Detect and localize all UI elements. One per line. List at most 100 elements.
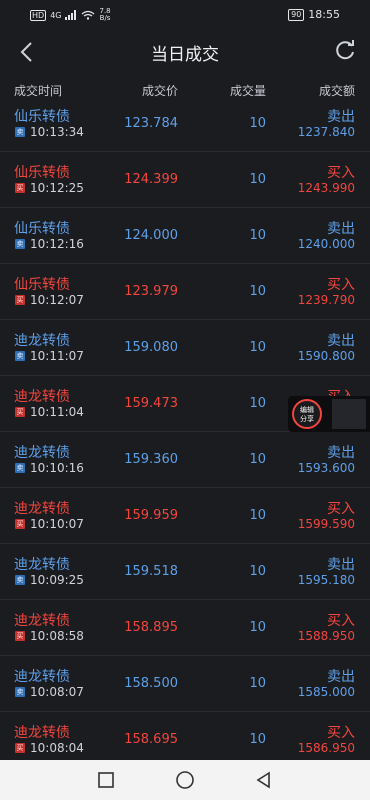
trade-quantity: 10 [249,732,266,747]
trade-price: 159.473 [124,396,178,411]
trade-amount: 1243.990 [297,181,355,195]
trade-price: 158.695 [124,732,178,747]
recent-apps-icon[interactable] [96,770,116,790]
trade-amount: 1590.800 [297,349,355,363]
trade-direction-tag: 卖 [15,463,25,473]
edit-share-button[interactable]: 编辑 分享 [292,399,322,429]
bond-name: 迪龙转债 [14,501,70,517]
trade-quantity: 10 [249,564,266,579]
trade-price: 159.518 [124,564,178,579]
trade-time: 10:12:25 [30,181,84,195]
bond-name: 仙乐转债 [14,221,70,237]
signal-icon [65,10,77,20]
trade-time: 10:08:58 [30,629,84,643]
trade-direction-tag: 卖 [15,127,25,137]
trade-quantity: 10 [249,620,266,635]
trade-side: 卖出 [327,333,355,349]
trade-quantity: 10 [249,172,266,187]
trade-row[interactable]: 迪龙转债卖 10:10:16 159.360 10 卖出 1593.600 [0,432,370,488]
trade-amount: 1593.600 [297,461,355,475]
trade-row[interactable]: 仙乐转债买 10:12:07 123.979 10 买入 1239.790 [0,264,370,320]
trade-side: 买入 [327,165,355,181]
trade-amount: 1240.000 [297,237,355,251]
trade-direction-tag: 买 [15,519,25,529]
trade-time: 10:08:04 [30,741,84,755]
trade-row[interactable]: 迪龙转债买 10:10:07 159.959 10 买入 1599.590 [0,488,370,544]
screenshot-thumbnail[interactable] [332,399,366,429]
trade-side: 买入 [327,725,355,741]
bond-name: 迪龙转债 [14,669,70,685]
trade-direction-tag: 卖 [15,687,25,697]
trade-quantity: 10 [249,284,266,299]
trade-price: 123.979 [124,284,178,299]
trade-amount: 1237.840 [297,125,355,139]
trade-amount: 1595.180 [297,573,355,587]
trade-side: 卖出 [327,221,355,237]
trade-row[interactable]: 迪龙转债卖 10:09:25 159.518 10 卖出 1595.180 [0,544,370,600]
battery-icon: 90 [288,8,305,21]
clock: 18:55 [308,8,340,21]
trade-price: 158.895 [124,620,178,635]
trade-amount: 1239.790 [297,293,355,307]
trade-direction-tag: 卖 [15,239,25,249]
trade-time: 10:08:07 [30,685,84,699]
signal-label: 4G [50,10,62,20]
trade-time: 10:11:07 [30,349,84,363]
trade-price: 124.399 [124,172,178,187]
trade-time: 10:12:07 [30,293,84,307]
trade-direction-tag: 卖 [15,351,25,361]
trade-time: 10:09:25 [30,573,84,587]
trade-row[interactable]: 仙乐转债买 10:12:25 124.399 10 买入 1243.990 [0,152,370,208]
trade-price: 124.000 [124,228,178,243]
trade-price: 123.784 [124,116,178,131]
trade-side: 买入 [327,277,355,293]
trade-side: 卖出 [327,669,355,685]
trade-side: 卖出 [327,557,355,573]
trade-direction-tag: 买 [15,407,25,417]
trade-amount: 1586.950 [297,741,355,755]
trade-amount: 1599.590 [297,517,355,531]
network-type-badge: HD [30,9,47,21]
trade-side: 买入 [327,613,355,629]
page-title: 当日成交 [151,45,219,65]
trade-direction-tag: 买 [15,183,25,193]
bond-name: 迪龙转债 [14,557,70,573]
trade-time: 10:10:07 [30,517,84,531]
trade-row[interactable]: 仙乐转债卖 10:13:34 123.784 10 卖出 1237.840 [0,96,370,152]
trade-price: 159.360 [124,452,178,467]
trade-row[interactable]: 迪龙转债卖 10:08:07 158.500 10 卖出 1585.000 [0,656,370,712]
trade-quantity: 10 [249,676,266,691]
trade-quantity: 10 [249,228,266,243]
trade-side: 卖出 [327,445,355,461]
trade-time: 10:11:04 [30,405,84,419]
network-speed: 7.8 B/s [99,7,111,22]
trade-row[interactable]: 仙乐转债卖 10:12:16 124.000 10 卖出 1240.000 [0,208,370,264]
trade-quantity: 10 [249,508,266,523]
refresh-icon[interactable] [332,38,358,64]
title-bar: 当日成交 [0,30,370,72]
trade-row[interactable]: 迪龙转债买 10:08:58 158.895 10 买入 1588.950 [0,600,370,656]
bond-name: 仙乐转债 [14,165,70,181]
home-icon[interactable] [175,770,195,790]
trade-time: 10:12:16 [30,237,84,251]
bond-name: 迪龙转债 [14,445,70,461]
trade-amount: 1588.950 [297,629,355,643]
bond-name: 迪龙转债 [14,333,70,349]
trade-direction-tag: 卖 [15,575,25,585]
trade-quantity: 10 [249,396,266,411]
trade-price: 158.500 [124,676,178,691]
trade-row[interactable]: 迪龙转债卖 10:11:07 159.080 10 卖出 1590.800 [0,320,370,376]
trade-amount: 1585.000 [297,685,355,699]
bond-name: 迪龙转债 [14,613,70,629]
trade-side: 卖出 [327,109,355,125]
bond-name: 迪龙转债 [14,725,70,741]
bond-name: 仙乐转债 [14,109,70,125]
trade-quantity: 10 [249,340,266,355]
trade-direction-tag: 买 [15,743,25,753]
trade-time: 10:10:16 [30,461,84,475]
back-icon[interactable] [254,770,274,790]
trade-quantity: 10 [249,116,266,131]
trade-direction-tag: 买 [15,295,25,305]
trade-price: 159.080 [124,340,178,355]
floating-share-widget[interactable]: 编辑 分享 [288,396,370,432]
